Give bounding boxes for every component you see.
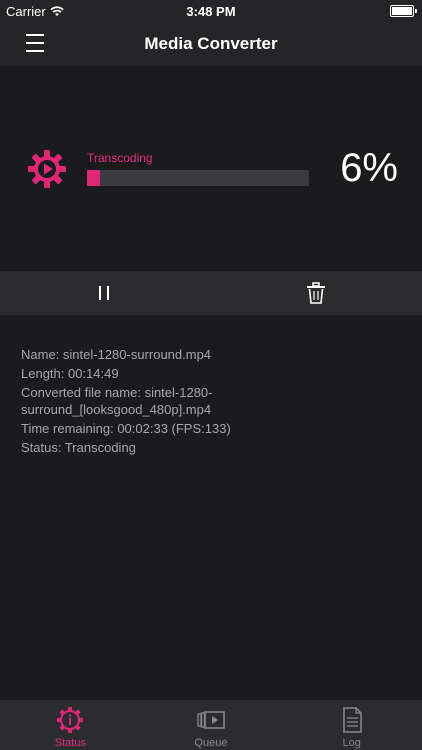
battery-icon <box>390 5 417 17</box>
queue-icon <box>197 711 225 729</box>
pause-button[interactable] <box>96 284 114 302</box>
progress-percent: 6% <box>340 146 398 190</box>
tab-queue[interactable]: Queue <box>141 700 282 750</box>
gear-play-icon <box>28 150 66 188</box>
detail-time-remaining: Time remaining: 00:02:33 (FPS:133) <box>21 421 231 436</box>
tab-bar: Status Queue Log <box>0 700 422 750</box>
detail-name: Name: sintel-1280-surround.mp4 <box>21 347 212 362</box>
detail-status: Status: Transcoding <box>21 440 136 455</box>
state-label: Transcoding <box>87 151 153 165</box>
tab-status-label: Status <box>54 737 86 749</box>
log-icon <box>342 707 362 733</box>
status-bar: Carrier 3:48 PM <box>0 0 422 22</box>
control-bar <box>0 271 422 315</box>
gear-info-icon <box>57 707 84 733</box>
detail-converted-line2: surround_[looksgood_480p].mp4 <box>21 402 212 417</box>
page-title: Media Converter <box>144 34 278 53</box>
tab-log-label: Log <box>342 737 361 749</box>
tab-status[interactable]: Status <box>0 700 141 750</box>
progress-panel: Transcoding 6% <box>0 66 422 271</box>
trash-icon[interactable] <box>306 282 326 304</box>
progress-bar-fill <box>87 170 101 186</box>
detail-length: Length: 00:14:49 <box>21 366 119 381</box>
tab-queue-label: Queue <box>194 737 228 749</box>
tab-log[interactable]: Log <box>281 700 422 750</box>
progress-bar <box>87 170 309 186</box>
nav-bar: Media Converter <box>0 22 422 66</box>
clock: 3:48 PM <box>186 4 236 19</box>
file-details: Name: sintel-1280-surround.mp4 Length: 0… <box>21 346 271 458</box>
detail-converted-name: Converted file name: sintel-1280- surrou… <box>21 384 271 418</box>
detail-converted-line1: Converted file name: sintel-1280- <box>21 385 213 400</box>
